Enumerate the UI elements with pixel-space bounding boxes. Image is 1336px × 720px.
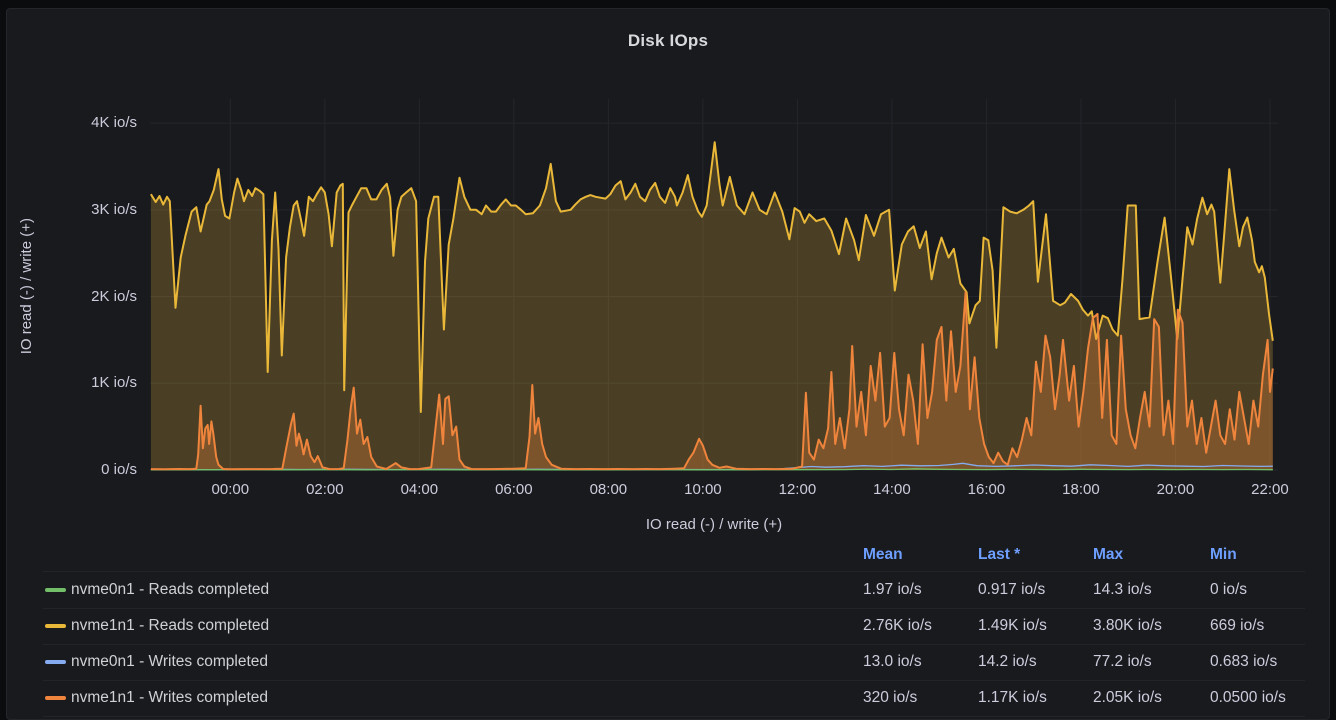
legend-stat-last: 14.2 io/s [978, 652, 1090, 672]
legend-series-label[interactable]: nvme0n1 - Reads completed [71, 580, 269, 600]
series-color-swatch [45, 588, 66, 592]
y-tick-label: 0 io/s [35, 461, 137, 479]
x-tick-label: 02:00 [290, 481, 360, 499]
y-axis-title: IO read (-) / write (+) [13, 99, 39, 474]
legend-column-header-last[interactable]: Last * [978, 545, 1090, 565]
legend-stat-last: 1.49K io/s [978, 616, 1090, 636]
legend-stat-last: 1.17K io/s [978, 688, 1090, 708]
legend-row-divider [43, 608, 1305, 609]
legend-row-divider [43, 716, 1305, 717]
panel-title[interactable]: Disk IOps [7, 31, 1329, 51]
legend-row-divider [43, 571, 1305, 572]
legend-series-label[interactable]: nvme0n1 - Writes completed [71, 652, 268, 672]
legend-stat-mean: 2.76K io/s [863, 616, 975, 636]
legend-stat-max: 2.05K io/s [1093, 688, 1205, 708]
x-tick-label: 00:00 [195, 481, 265, 499]
legend-stat-min: 0.0500 io/s [1210, 688, 1322, 708]
series-color-swatch [45, 624, 66, 628]
series-color-swatch [45, 660, 66, 664]
legend-stat-last: 0.917 io/s [978, 580, 1090, 600]
x-tick-label: 16:00 [951, 481, 1021, 499]
x-tick-label: 12:00 [762, 481, 832, 499]
legend-stat-max: 77.2 io/s [1093, 652, 1205, 672]
x-tick-label: 18:00 [1046, 481, 1116, 499]
legend-stat-mean: 1.97 io/s [863, 580, 975, 600]
x-tick-label: 10:00 [668, 481, 738, 499]
legend-series-label[interactable]: nvme1n1 - Writes completed [71, 688, 268, 708]
y-tick-label: 1K io/s [35, 374, 137, 392]
legend-row-divider [43, 644, 1305, 645]
legend-series-label[interactable]: nvme1n1 - Reads completed [71, 616, 269, 636]
legend-stat-max: 3.80K io/s [1093, 616, 1205, 636]
legend-stat-max: 14.3 io/s [1093, 580, 1205, 600]
x-tick-label: 22:00 [1235, 481, 1305, 499]
y-tick-label: 4K io/s [35, 114, 137, 132]
y-tick-label: 2K io/s [35, 288, 137, 306]
timeseries-chart[interactable] [150, 99, 1278, 477]
y-axis-title-text: IO read (-) / write (+) [18, 218, 35, 354]
x-tick-label: 14:00 [857, 481, 927, 499]
x-tick-label: 20:00 [1140, 481, 1210, 499]
legend-stat-mean: 320 io/s [863, 688, 975, 708]
disk-iops-panel: Disk IOps IO read (-) / write (+) 0 io/s… [6, 8, 1330, 720]
legend-stat-min: 669 io/s [1210, 616, 1322, 636]
legend-stat-min: 0 io/s [1210, 580, 1322, 600]
screenshot-root: Disk IOps IO read (-) / write (+) 0 io/s… [0, 0, 1336, 720]
series-color-swatch [45, 696, 66, 700]
legend-column-header-mean[interactable]: Mean [863, 545, 975, 565]
x-tick-label: 06:00 [479, 481, 549, 499]
x-tick-label: 08:00 [573, 481, 643, 499]
legend-column-header-min[interactable]: Min [1210, 545, 1322, 565]
x-axis-title: IO read (-) / write (+) [150, 516, 1278, 533]
legend-stat-mean: 13.0 io/s [863, 652, 975, 672]
x-tick-label: 04:00 [384, 481, 454, 499]
legend-stat-min: 0.683 io/s [1210, 652, 1322, 672]
legend-column-header-max[interactable]: Max [1093, 545, 1205, 565]
y-tick-label: 3K io/s [35, 201, 137, 219]
legend-row-divider [43, 680, 1305, 681]
